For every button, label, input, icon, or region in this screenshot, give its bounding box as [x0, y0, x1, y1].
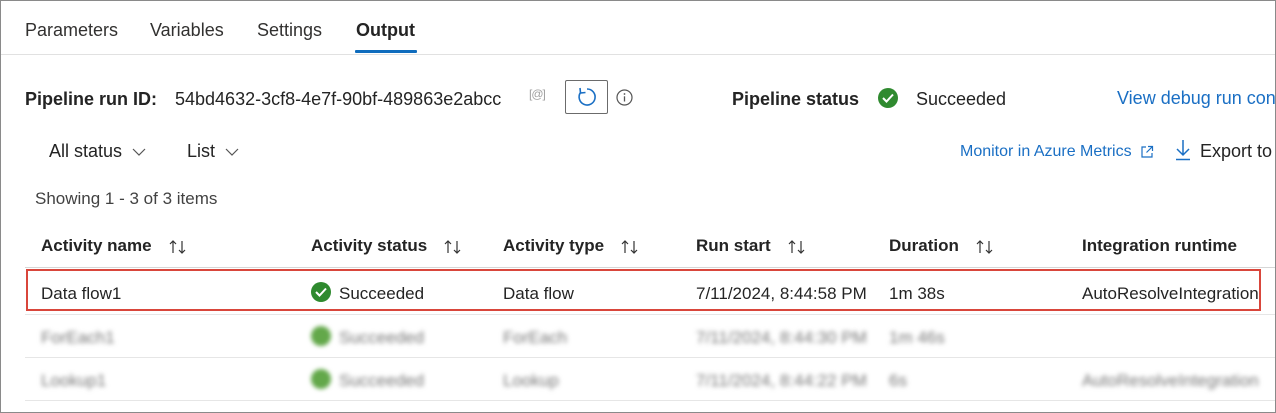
- info-icon[interactable]: [616, 89, 633, 106]
- activity-type-cell: ForEach: [503, 328, 568, 347]
- sort-icon[interactable]: [787, 239, 807, 255]
- download-icon[interactable]: [1174, 139, 1192, 161]
- column-header-label: Activity type: [503, 236, 605, 255]
- success-check-icon: [311, 282, 331, 302]
- items-count: Showing 1 - 3 of 3 items: [35, 189, 218, 208]
- chevron-down-icon: [225, 148, 239, 157]
- refresh-icon: [578, 87, 596, 106]
- sort-icon[interactable]: [168, 239, 188, 255]
- tab-variables[interactable]: Variables: [150, 20, 224, 41]
- tab-output[interactable]: Output: [356, 20, 415, 41]
- run-start-cell: 7/11/2024, 8:44:30 PM: [696, 328, 867, 347]
- duration-cell: 1m 38s: [889, 284, 945, 303]
- success-check-icon: [311, 326, 331, 346]
- external-link-icon: [1141, 145, 1154, 158]
- view-debug-run-link[interactable]: View debug run con: [1117, 88, 1275, 109]
- activity-status-cell: Succeeded: [339, 328, 425, 347]
- refresh-button[interactable]: [565, 80, 608, 114]
- success-check-icon: [311, 369, 331, 389]
- column-header-run-start[interactable]: Run start: [696, 236, 807, 256]
- column-header-duration[interactable]: Duration: [889, 236, 995, 256]
- activity-status-cell: Succeeded: [339, 371, 425, 390]
- activity-name-cell[interactable]: Data flow1: [41, 284, 121, 304]
- activity-name-cell[interactable]: Lookup1: [41, 371, 106, 391]
- sort-icon[interactable]: [443, 239, 463, 255]
- duration-cell: 1m 46s: [889, 328, 945, 347]
- row-divider: [25, 357, 1275, 358]
- activity-name-cell[interactable]: ForEach1: [41, 328, 115, 348]
- chevron-down-icon: [132, 148, 146, 157]
- row-divider: [25, 314, 1275, 315]
- tab-parameters[interactable]: Parameters: [25, 20, 118, 41]
- table-row[interactable]: [26, 269, 1261, 311]
- row-divider: [25, 400, 1275, 401]
- table-header-divider: [25, 267, 1275, 268]
- tab-settings[interactable]: Settings: [257, 20, 322, 41]
- view-mode-dropdown[interactable]: List: [187, 141, 239, 162]
- sort-icon[interactable]: [620, 239, 640, 255]
- pipeline-status-value: Succeeded: [916, 89, 1007, 109]
- active-tab-indicator: [355, 50, 417, 53]
- column-header-label: Duration: [889, 236, 959, 255]
- column-header-integration-runtime[interactable]: Integration runtime: [1082, 236, 1237, 256]
- copy-icon[interactable]: [@]: [529, 87, 546, 101]
- column-header-label: Activity name: [41, 236, 152, 255]
- tab-bar: Parameters Variables Settings Output: [1, 1, 1275, 55]
- status-filter-dropdown[interactable]: All status: [49, 141, 146, 162]
- monitor-azure-metrics-label: Monitor in Azure Metrics: [960, 143, 1132, 160]
- integration-runtime-cell: AutoResolveIntegration: [1082, 371, 1259, 390]
- activity-type-cell: Lookup: [503, 371, 559, 390]
- pipeline-run-id-label: Pipeline run ID:: [25, 89, 158, 109]
- duration-cell: 6s: [889, 371, 907, 390]
- integration-runtime-cell: AutoResolveIntegration: [1082, 284, 1259, 303]
- monitor-azure-metrics-link[interactable]: Monitor in Azure Metrics: [960, 143, 1154, 161]
- pipeline-status-label: Pipeline status: [732, 89, 860, 109]
- run-start-cell: 7/11/2024, 8:44:22 PM: [696, 371, 867, 390]
- status-filter-label: All status: [49, 141, 123, 161]
- activity-status-cell: Succeeded: [339, 284, 425, 303]
- pipeline-run-id-value: 54bd4632-3cf8-4e7f-90bf-489863e2abcc: [175, 89, 502, 109]
- view-mode-label: List: [187, 141, 216, 161]
- column-header-activity-type[interactable]: Activity type: [503, 236, 640, 256]
- column-header-activity-status[interactable]: Activity status: [311, 236, 463, 256]
- success-check-icon: [878, 88, 898, 108]
- column-header-label: Activity status: [311, 236, 428, 255]
- column-header-label: Run start: [696, 236, 771, 255]
- column-header-activity-name[interactable]: Activity name: [41, 236, 188, 256]
- export-to-button[interactable]: Export to: [1200, 141, 1272, 162]
- run-start-cell: 7/11/2024, 8:44:58 PM: [696, 284, 867, 303]
- sort-icon[interactable]: [975, 239, 995, 255]
- activity-type-cell: Data flow: [503, 284, 574, 303]
- pipeline-output-panel: Parameters Variables Settings Output Pip…: [0, 0, 1276, 413]
